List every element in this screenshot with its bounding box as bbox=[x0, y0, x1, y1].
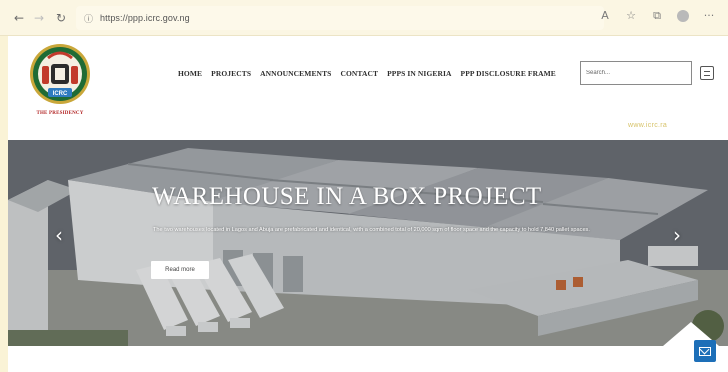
read-aloud-icon[interactable]: A bbox=[592, 9, 618, 25]
site-info-icon[interactable]: ⓘ bbox=[84, 12, 93, 25]
profile-icon[interactable] bbox=[670, 9, 696, 25]
page-content-area bbox=[8, 346, 728, 372]
nav-ppp-disclosure-frame[interactable]: PPP DISCLOSURE FRAME bbox=[461, 69, 565, 78]
back-arrow-icon[interactable]: ← bbox=[10, 9, 28, 27]
carousel-prev-arrow-icon[interactable]: ‹ bbox=[50, 224, 68, 246]
browser-toolbar-icons: A ☆ ⧉ ··· bbox=[592, 9, 722, 25]
nav-contact[interactable]: CONTACT bbox=[340, 69, 387, 78]
logo-badge: ICRC bbox=[53, 91, 68, 97]
search-input[interactable] bbox=[580, 61, 692, 85]
nav-ppps-in-nigeria[interactable]: PPPS IN NIGERIA bbox=[387, 69, 460, 78]
collections-icon[interactable]: ⧉ bbox=[644, 9, 670, 25]
address-bar[interactable]: ⓘ https://ppp.icrc.gov.ng bbox=[76, 6, 604, 30]
hero-carousel: WAREHOUSE IN A BOX PROJECT The two wareh… bbox=[8, 140, 728, 346]
search-button[interactable] bbox=[700, 66, 714, 80]
hero-title: WAREHOUSE IN A BOX PROJECT bbox=[152, 183, 542, 210]
site-header: ICRC THE PRESIDENCY HOME PROJECTS ANNOUN… bbox=[8, 36, 728, 140]
nav-announcements[interactable]: ANNOUNCEMENTS bbox=[260, 69, 340, 78]
warehouse-photo bbox=[8, 140, 728, 346]
main-navigation: HOME PROJECTS ANNOUNCEMENTS CONTACT PPPS… bbox=[178, 69, 565, 78]
nav-home[interactable]: HOME bbox=[178, 69, 211, 78]
logo-caption: THE PRESIDENCY bbox=[36, 111, 84, 116]
carousel-next-arrow-icon[interactable]: › bbox=[668, 224, 686, 246]
site-tag: www.icrc.ra bbox=[628, 122, 668, 129]
presidency-seal-logo[interactable]: ICRC bbox=[22, 42, 98, 108]
address-url[interactable]: https://ppp.icrc.gov.ng bbox=[100, 13, 190, 23]
hero-description: The two warehouses located in Lagos and … bbox=[153, 227, 590, 233]
read-more-button[interactable]: Read more bbox=[151, 261, 209, 279]
browser-toolbar: ← → ↻ ⓘ https://ppp.icrc.gov.ng A ☆ ⧉ ··… bbox=[0, 0, 728, 36]
favorite-star-icon[interactable]: ☆ bbox=[618, 9, 644, 25]
reload-icon[interactable]: ↻ bbox=[52, 9, 70, 27]
mail-icon[interactable] bbox=[694, 340, 716, 362]
more-menu-icon[interactable]: ··· bbox=[696, 9, 722, 25]
nav-projects[interactable]: PROJECTS bbox=[211, 69, 260, 78]
forward-arrow-icon[interactable]: → bbox=[30, 9, 48, 27]
